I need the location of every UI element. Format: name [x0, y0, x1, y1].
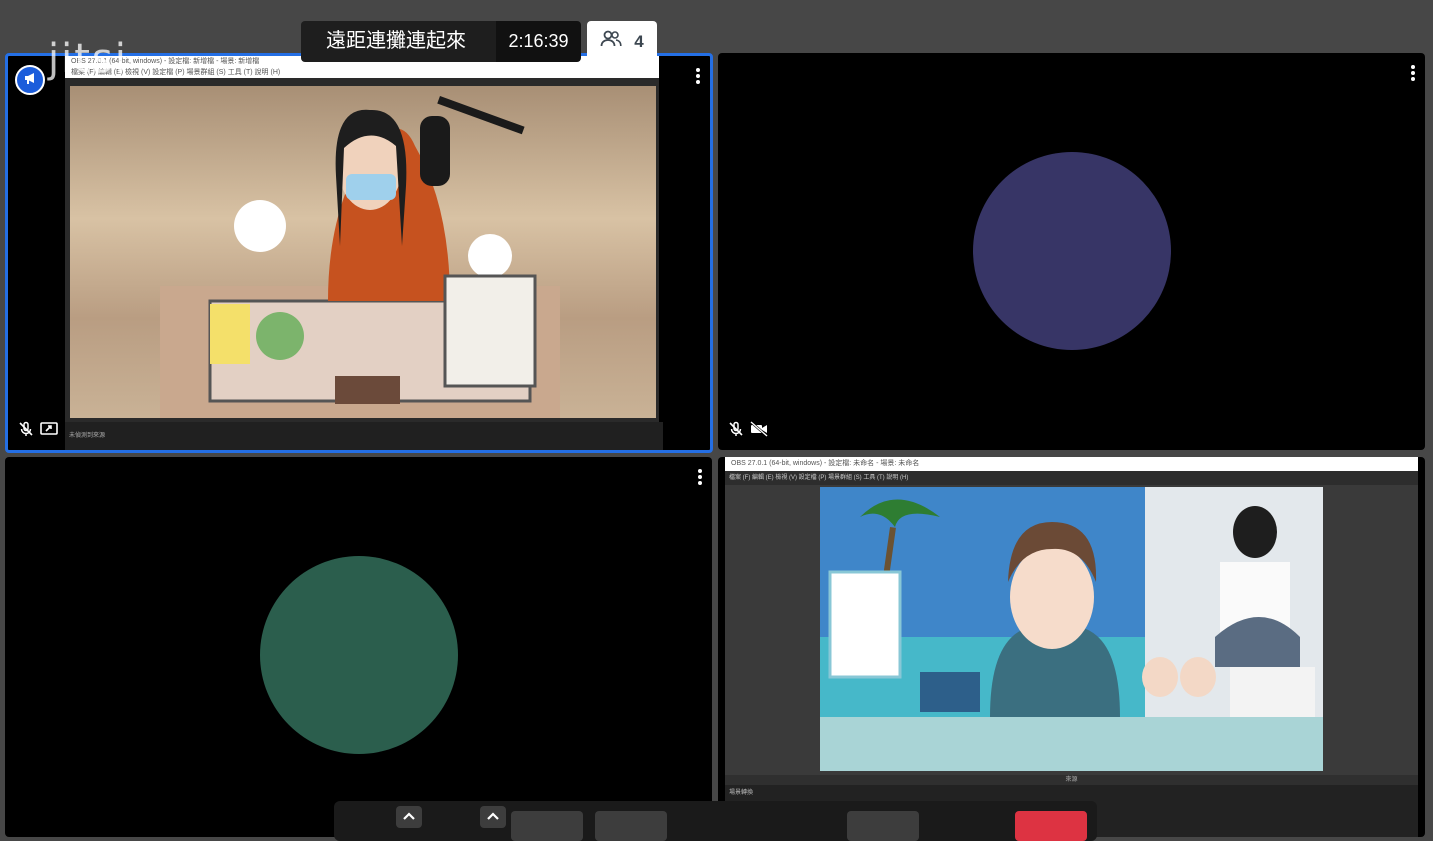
video-options-toggle[interactable] — [480, 806, 506, 828]
meeting-title: 遠距連攤連起來 — [301, 21, 496, 62]
toolbar-button-1[interactable] — [511, 811, 583, 841]
shared-window-titlebar: OBS 27.0.1 (64-bit, windows) - 設定檔: 未命名 … — [725, 457, 1418, 471]
audio-options-toggle[interactable] — [396, 806, 422, 828]
camera-off-icon — [750, 421, 768, 442]
participants-icon — [600, 30, 622, 53]
shared-scene-canvas — [70, 86, 656, 418]
bottom-toolbar — [334, 801, 1097, 841]
moderator-badge — [15, 65, 45, 95]
chevron-up-icon — [486, 808, 500, 826]
video-tile-3[interactable] — [5, 457, 712, 837]
meeting-timer: 2:16:39 — [496, 21, 581, 62]
video-tile-1[interactable]: OBS 27.0.1 (64-bit, windows) - 設定檔: 新增檔 … — [5, 53, 713, 453]
shared-screen: OBS 27.0.1 (64-bit, windows) - 設定檔: 未命名 … — [725, 457, 1418, 837]
megaphone-icon — [23, 71, 37, 90]
video-tile-2[interactable] — [718, 53, 1425, 450]
tile-indicators — [728, 421, 768, 442]
participant-avatar — [260, 556, 458, 754]
tile-options-button[interactable] — [1411, 65, 1415, 81]
mic-muted-icon — [728, 421, 744, 442]
tile-options-button[interactable] — [696, 68, 700, 84]
participant-count: 4 — [634, 31, 644, 51]
video-tile-4[interactable]: OBS 27.0.1 (64-bit, windows) - 設定檔: 未命名 … — [718, 457, 1425, 837]
tile-indicators — [18, 421, 58, 442]
shared-scene-canvas — [820, 487, 1323, 771]
shared-window-statusbar: 未偵測到來源 — [65, 422, 663, 450]
toolbar-button-2[interactable] — [595, 811, 667, 841]
tile-options-button[interactable] — [698, 469, 702, 485]
shared-window-menubar: 檔案 (F) 編輯 (E) 檢視 (V) 設定檔 (P) 場景群組 (S) 工具… — [725, 471, 1418, 485]
mic-muted-icon — [18, 421, 34, 442]
participants-button[interactable]: 4 — [587, 21, 657, 62]
jitsi-logo: jitsi — [48, 36, 128, 82]
participant-avatar — [973, 152, 1171, 350]
chevron-up-icon — [402, 808, 416, 826]
toolbar-button-3[interactable] — [847, 811, 919, 841]
conference-info-bar: 遠距連攤連起來 2:16:39 4 — [301, 21, 657, 62]
shared-screen: OBS 27.0.1 (64-bit, windows) - 設定檔: 新增檔 … — [65, 56, 663, 450]
screen-share-icon — [40, 421, 58, 442]
hangup-button[interactable] — [1015, 811, 1087, 841]
